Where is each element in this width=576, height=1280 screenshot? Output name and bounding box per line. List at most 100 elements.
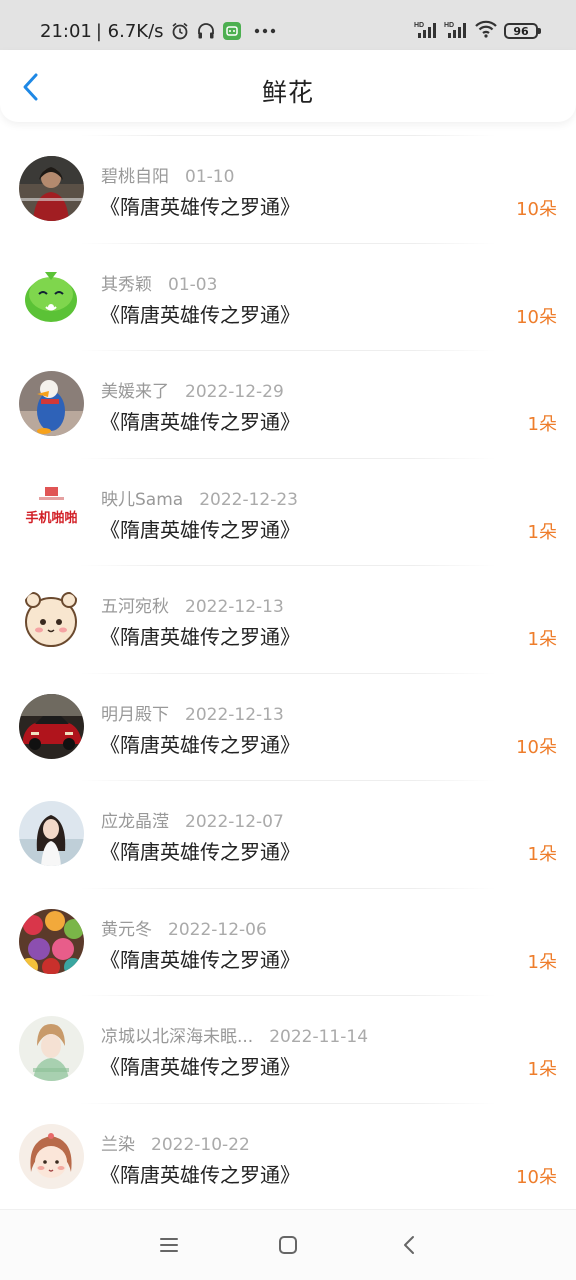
divider (80, 242, 496, 244)
alarm-icon (170, 21, 190, 41)
sender-name: 应龙晶滢 (101, 812, 169, 832)
home-square-icon (279, 1236, 297, 1254)
avatar[interactable] (19, 586, 84, 651)
book-title[interactable]: 《隋唐英雄传之罗通》 (100, 729, 300, 758)
header: 鲜花 (0, 50, 576, 122)
list-item[interactable]: 凉城以北深海未眠... 2022-11-14 《隋唐英雄传之罗通》 1朵 (0, 995, 576, 1103)
sender-meta: 映儿Sama 2022-12-23 (101, 485, 298, 510)
flower-count: 10朵 (516, 199, 557, 220)
book-title[interactable]: 《隋唐英雄传之罗通》 (100, 1159, 300, 1188)
sender-meta: 明月殿下 2022-12-13 (101, 700, 284, 725)
sender-name: 黄元冬 (101, 919, 152, 940)
book-title[interactable]: 《隋唐英雄传之罗通》 (100, 191, 300, 220)
list-item[interactable]: 碧桃自阳 01-10 《隋唐英雄传之罗通》 10朵 (0, 135, 576, 243)
sender-name: 凉城以北深海未眠... (101, 1027, 254, 1047)
send-date: 2022-11-14 (269, 1027, 369, 1047)
sender-name: 其秀颖 (101, 274, 152, 295)
send-date: 01-03 (168, 274, 218, 295)
list-item[interactable]: 黄元冬 2022-12-06 《隋唐英雄传之罗通》 1朵 (0, 887, 576, 996)
status-net-speed: | 6.7K/s (95, 20, 164, 42)
divider (80, 995, 496, 996)
flower-count: 1朵 (527, 844, 557, 865)
book-title[interactable]: 《隋唐英雄传之罗通》 (100, 1051, 300, 1080)
sender-meta: 凉城以北深海未眠... 2022-11-14 (101, 1022, 368, 1047)
send-date: 2022-10-22 (151, 1134, 250, 1155)
flower-count: 1朵 (527, 414, 557, 435)
sender-meta: 五河宛秋 2022-12-13 (101, 592, 284, 617)
list-item[interactable]: 应龙晶滢 2022-12-07 《隋唐英雄传之罗通》 1朵 (0, 780, 576, 888)
flower-count: 1朵 (527, 629, 557, 650)
headphone-icon (196, 21, 216, 41)
book-title[interactable]: 《隋唐英雄传之罗通》 (100, 406, 300, 435)
menu-icon (160, 1238, 178, 1252)
book-title[interactable]: 《隋唐英雄传之罗通》 (100, 514, 300, 543)
sender-meta: 其秀颖 01-03 (101, 270, 217, 295)
app-notification-icon (222, 21, 242, 41)
home-button[interactable] (275, 1232, 301, 1258)
sender-meta: 应龙晶滢 2022-12-07 (101, 807, 284, 832)
sender-name: 映儿Sama (101, 489, 184, 510)
system-nav-bar (0, 1209, 576, 1280)
list-item[interactable]: 明月殿下 2022-12-13 《隋唐英雄传之罗通》 10朵 (0, 672, 576, 781)
book-title[interactable]: 《隋唐英雄传之罗通》 (100, 299, 300, 328)
avatar[interactable] (19, 801, 84, 866)
divider (80, 350, 496, 351)
avatar[interactable] (19, 908, 84, 974)
avatar[interactable] (19, 693, 84, 759)
signal-2-icon: HD (444, 19, 468, 43)
status-bar: 21:01 | 6.7K/s HD HD 96 (0, 0, 576, 50)
sender-name: 碧桃自阳 (101, 167, 169, 187)
hd2-label: HD (444, 22, 454, 29)
list-item[interactable]: 手机啪啪 映儿Sama 2022-12-23 《隋唐英雄传之罗通》 1朵 (0, 457, 576, 566)
book-title[interactable]: 《隋唐英雄传之罗通》 (100, 836, 300, 865)
sender-meta: 黄元冬 2022-12-06 (101, 915, 267, 940)
book-title[interactable]: 《隋唐英雄传之罗通》 (100, 944, 300, 973)
signal-1-icon: HD (414, 19, 438, 43)
list-item[interactable]: 五河宛秋 2022-12-13 《隋唐英雄传之罗通》 1朵 (0, 565, 576, 673)
divider (80, 135, 496, 136)
avatar[interactable] (19, 263, 84, 329)
menu-button[interactable] (156, 1232, 182, 1258)
page-title: 鲜花 (261, 78, 314, 107)
hd1-label: HD (414, 22, 424, 29)
send-date: 2022-12-13 (185, 704, 284, 725)
flower-count: 10朵 (516, 736, 557, 758)
avatar[interactable] (19, 1123, 84, 1189)
triangle-back-icon (404, 1236, 414, 1254)
sender-name: 兰染 (101, 1134, 135, 1155)
list-item[interactable]: 美媛来了 2022-12-29 《隋唐英雄传之罗通》 1朵 (0, 350, 576, 458)
sender-name: 美媛来了 (101, 382, 169, 402)
send-date: 2022-12-07 (185, 812, 284, 832)
flower-list: 碧桃自阳 01-10 《隋唐英雄传之罗通》 10朵 其秀颖 01-03 《隋唐英雄传… (0, 135, 576, 1210)
avatar[interactable] (19, 1016, 84, 1081)
flower-count: 1朵 (527, 1059, 557, 1080)
more-dots-icon (254, 28, 276, 34)
sender-meta: 美媛来了 2022-12-29 (101, 377, 284, 402)
wifi-icon (474, 19, 498, 43)
flower-count: 1朵 (527, 951, 557, 973)
avatar[interactable]: 手机啪啪 (19, 478, 84, 544)
status-left: 21:01 | 6.7K/s (40, 19, 276, 43)
send-date: 2022-12-23 (199, 489, 298, 510)
avatar[interactable] (19, 156, 84, 221)
sender-name: 明月殿下 (101, 704, 169, 725)
list-item[interactable]: 其秀颖 01-03 《隋唐英雄传之罗通》 10朵 (0, 242, 576, 351)
send-date: 2022-12-29 (185, 382, 284, 402)
system-back-button[interactable] (396, 1232, 422, 1258)
flower-count: 1朵 (527, 521, 557, 543)
logo-text: 手机啪啪 (25, 510, 77, 526)
divider (80, 887, 496, 889)
sender-name: 五河宛秋 (101, 597, 169, 617)
sender-meta: 兰染 2022-10-22 (101, 1130, 250, 1155)
book-title[interactable]: 《隋唐英雄传之罗通》 (100, 621, 300, 650)
divider (80, 1102, 496, 1104)
divider (80, 780, 496, 781)
send-date: 2022-12-06 (168, 919, 267, 940)
send-date: 2022-12-13 (185, 597, 284, 617)
status-time: 21:01 (40, 20, 92, 42)
flower-count: 10朵 (516, 306, 557, 328)
battery-icon: 96 (504, 23, 541, 39)
avatar[interactable] (19, 371, 84, 436)
list-item[interactable]: 兰染 2022-10-22 《隋唐英雄传之罗通》 10朵 (0, 1102, 576, 1211)
divider (80, 457, 496, 459)
